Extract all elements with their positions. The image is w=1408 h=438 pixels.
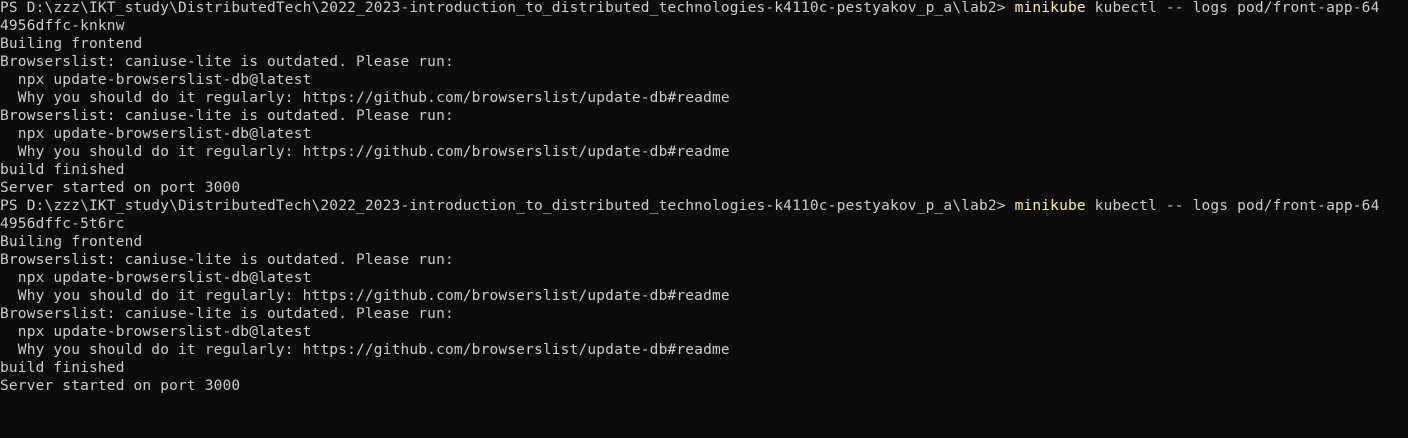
output-line: npx update-browserslist-db@latest: [0, 270, 312, 286]
terminal-window[interactable]: PS D:\zzz\IKT_study\DistributedTech\2022…: [0, 0, 1408, 438]
output-line: npx update-browserslist-db@latest: [0, 324, 312, 340]
output-line: build finished: [0, 162, 125, 178]
command-executable: minikube: [1014, 0, 1086, 16]
output-line: build finished: [0, 360, 125, 376]
command-wrap-line: 4956dffc-knknw: [0, 18, 125, 34]
prompt-path: PS D:\zzz\IKT_study\DistributedTech\2022…: [0, 198, 1015, 214]
output-line: Why you should do it regularly: https://…: [0, 144, 730, 160]
command-executable: minikube: [1014, 198, 1086, 214]
output-line: Builing frontend: [0, 234, 143, 250]
output-line: Server started on port 3000: [0, 180, 241, 196]
output-line: Why you should do it regularly: https://…: [0, 90, 730, 106]
output-line: Why you should do it regularly: https://…: [0, 342, 730, 358]
output-line: Browserslist: caniuse-lite is outdated. …: [0, 54, 454, 70]
output-line: Browserslist: caniuse-lite is outdated. …: [0, 252, 454, 268]
output-line: Why you should do it regularly: https://…: [0, 288, 730, 304]
prompt-path: PS D:\zzz\IKT_study\DistributedTech\2022…: [0, 0, 1015, 16]
output-line: npx update-browserslist-db@latest: [0, 126, 312, 142]
output-line: Server started on port 3000: [0, 378, 241, 394]
command-arguments: kubectl -- logs pod/front-app-64: [1085, 0, 1380, 16]
prompt-line: PS D:\zzz\IKT_study\DistributedTech\2022…: [0, 196, 1408, 216]
output-line: Browserslist: caniuse-lite is outdated. …: [0, 108, 454, 124]
output-line: Builing frontend: [0, 36, 143, 52]
command-arguments: kubectl -- logs pod/front-app-64: [1085, 198, 1380, 214]
command-wrap-line: 4956dffc-5t6rc: [0, 216, 125, 232]
output-line: Browserslist: caniuse-lite is outdated. …: [0, 306, 454, 322]
output-line: npx update-browserslist-db@latest: [0, 72, 312, 88]
